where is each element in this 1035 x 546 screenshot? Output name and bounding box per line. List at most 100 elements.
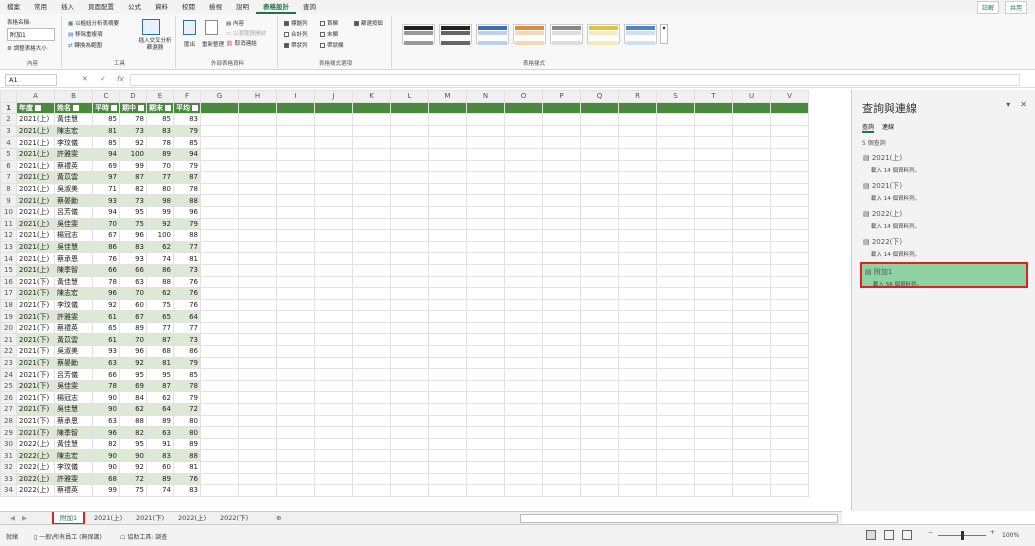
table-cell[interactable]: 76 bbox=[173, 472, 201, 486]
table-cell[interactable]: 2021(下) bbox=[16, 321, 55, 335]
table-cell[interactable]: 89 bbox=[146, 147, 174, 161]
table-cell[interactable]: 88 bbox=[119, 414, 147, 428]
empty-cell[interactable] bbox=[542, 391, 581, 405]
table-cell[interactable]: 蔡承恩 bbox=[54, 414, 93, 428]
table-cell[interactable]: 63 bbox=[146, 426, 174, 439]
empty-cell[interactable] bbox=[466, 229, 505, 242]
empty-cell[interactable] bbox=[466, 240, 505, 254]
table-cell[interactable]: 89 bbox=[119, 321, 147, 335]
empty-cell[interactable] bbox=[428, 101, 467, 115]
empty-cell[interactable] bbox=[314, 449, 353, 462]
empty-cell[interactable] bbox=[694, 391, 733, 405]
table-cell[interactable]: 75 bbox=[119, 484, 147, 497]
empty-cell[interactable] bbox=[352, 310, 391, 323]
empty-cell[interactable] bbox=[466, 252, 505, 265]
table-cell[interactable]: 黃苡雲 bbox=[54, 333, 93, 347]
empty-cell[interactable] bbox=[656, 194, 695, 207]
table-cell[interactable]: 69 bbox=[92, 159, 120, 173]
empty-cell[interactable] bbox=[238, 240, 277, 254]
ribbon-tab[interactable]: 查詢 bbox=[296, 0, 323, 14]
table-cell[interactable]: 76 bbox=[173, 298, 201, 312]
empty-cell[interactable] bbox=[504, 136, 543, 149]
empty-cell[interactable] bbox=[390, 229, 429, 242]
empty-cell[interactable] bbox=[466, 136, 505, 149]
empty-cell[interactable] bbox=[428, 124, 467, 138]
filter-dropdown-icon[interactable] bbox=[165, 104, 171, 111]
empty-cell[interactable] bbox=[238, 403, 277, 416]
empty-cell[interactable] bbox=[314, 403, 353, 416]
empty-cell[interactable] bbox=[314, 437, 353, 451]
empty-cell[interactable] bbox=[770, 205, 809, 219]
filter-dropdown-icon[interactable] bbox=[192, 104, 198, 111]
empty-cell[interactable] bbox=[428, 310, 467, 323]
table-cell[interactable]: 86 bbox=[173, 345, 201, 358]
empty-cell[interactable] bbox=[656, 449, 695, 462]
empty-cell[interactable] bbox=[200, 298, 239, 312]
row-header[interactable]: 10 bbox=[0, 205, 17, 219]
table-header-cell[interactable]: 期末 bbox=[146, 101, 174, 115]
table-cell[interactable]: 陳季智 bbox=[54, 263, 93, 277]
empty-cell[interactable] bbox=[580, 461, 619, 474]
table-cell[interactable]: 87 bbox=[146, 379, 174, 393]
empty-cell[interactable] bbox=[200, 484, 239, 497]
empty-cell[interactable] bbox=[618, 229, 657, 242]
table-cell[interactable]: 72 bbox=[119, 472, 147, 486]
empty-cell[interactable] bbox=[428, 449, 467, 462]
filter-button-checkbox[interactable]: 篩選按鈕 bbox=[354, 19, 383, 27]
empty-cell[interactable] bbox=[580, 333, 619, 347]
empty-cell[interactable] bbox=[656, 472, 695, 486]
empty-cell[interactable] bbox=[770, 426, 809, 439]
table-cell[interactable]: 83 bbox=[119, 240, 147, 254]
empty-cell[interactable] bbox=[618, 287, 657, 300]
row-header[interactable]: 22 bbox=[0, 345, 17, 358]
empty-cell[interactable] bbox=[656, 287, 695, 300]
empty-cell[interactable] bbox=[352, 437, 391, 451]
empty-cell[interactable] bbox=[200, 182, 239, 196]
table-cell[interactable]: 78 bbox=[146, 136, 174, 149]
row-header[interactable]: 2 bbox=[0, 113, 17, 126]
table-cell[interactable]: 65 bbox=[146, 310, 174, 323]
table-cell[interactable]: 蔡晏勳 bbox=[54, 356, 93, 370]
table-cell[interactable]: 96 bbox=[173, 205, 201, 219]
table-header-cell[interactable]: 期中 bbox=[119, 101, 147, 115]
empty-cell[interactable] bbox=[732, 472, 771, 486]
empty-cell[interactable] bbox=[618, 194, 657, 207]
column-header[interactable]: E bbox=[146, 90, 174, 103]
table-cell[interactable]: 63 bbox=[92, 414, 120, 428]
table-cell[interactable]: 70 bbox=[146, 159, 174, 173]
empty-cell[interactable] bbox=[656, 182, 695, 196]
empty-cell[interactable] bbox=[428, 147, 467, 161]
empty-cell[interactable] bbox=[732, 240, 771, 254]
empty-cell[interactable] bbox=[770, 275, 809, 289]
table-cell[interactable]: 2021(上) bbox=[16, 194, 55, 207]
table-cell[interactable]: 95 bbox=[119, 437, 147, 451]
table-cell[interactable]: 90 bbox=[92, 449, 120, 462]
empty-cell[interactable] bbox=[618, 414, 657, 428]
table-cell[interactable]: 93 bbox=[119, 252, 147, 265]
empty-cell[interactable] bbox=[428, 379, 467, 393]
empty-cell[interactable] bbox=[656, 310, 695, 323]
empty-cell[interactable] bbox=[276, 229, 315, 242]
empty-cell[interactable] bbox=[770, 437, 809, 451]
table-cell[interactable]: 78 bbox=[92, 275, 120, 289]
table-cell[interactable]: 86 bbox=[146, 263, 174, 277]
empty-cell[interactable] bbox=[314, 345, 353, 358]
empty-cell[interactable] bbox=[542, 472, 581, 486]
table-cell[interactable]: 蔡禮英 bbox=[54, 159, 93, 173]
empty-cell[interactable] bbox=[656, 171, 695, 184]
row-header[interactable]: 31 bbox=[0, 449, 17, 462]
table-cell[interactable]: 62 bbox=[146, 391, 174, 405]
empty-cell[interactable] bbox=[732, 414, 771, 428]
table-cell[interactable]: 67 bbox=[119, 310, 147, 323]
empty-cell[interactable] bbox=[656, 113, 695, 126]
tab-connections[interactable]: 連線 bbox=[882, 122, 894, 133]
table-cell[interactable]: 陳季智 bbox=[54, 426, 93, 439]
empty-cell[interactable] bbox=[656, 356, 695, 370]
empty-cell[interactable] bbox=[314, 368, 353, 381]
table-cell[interactable]: 66 bbox=[92, 368, 120, 381]
empty-cell[interactable] bbox=[504, 333, 543, 347]
table-cell[interactable]: 98 bbox=[146, 194, 174, 207]
empty-cell[interactable] bbox=[390, 240, 429, 254]
table-cell[interactable]: 2021(上) bbox=[16, 229, 55, 242]
row-header[interactable]: 27 bbox=[0, 403, 17, 416]
